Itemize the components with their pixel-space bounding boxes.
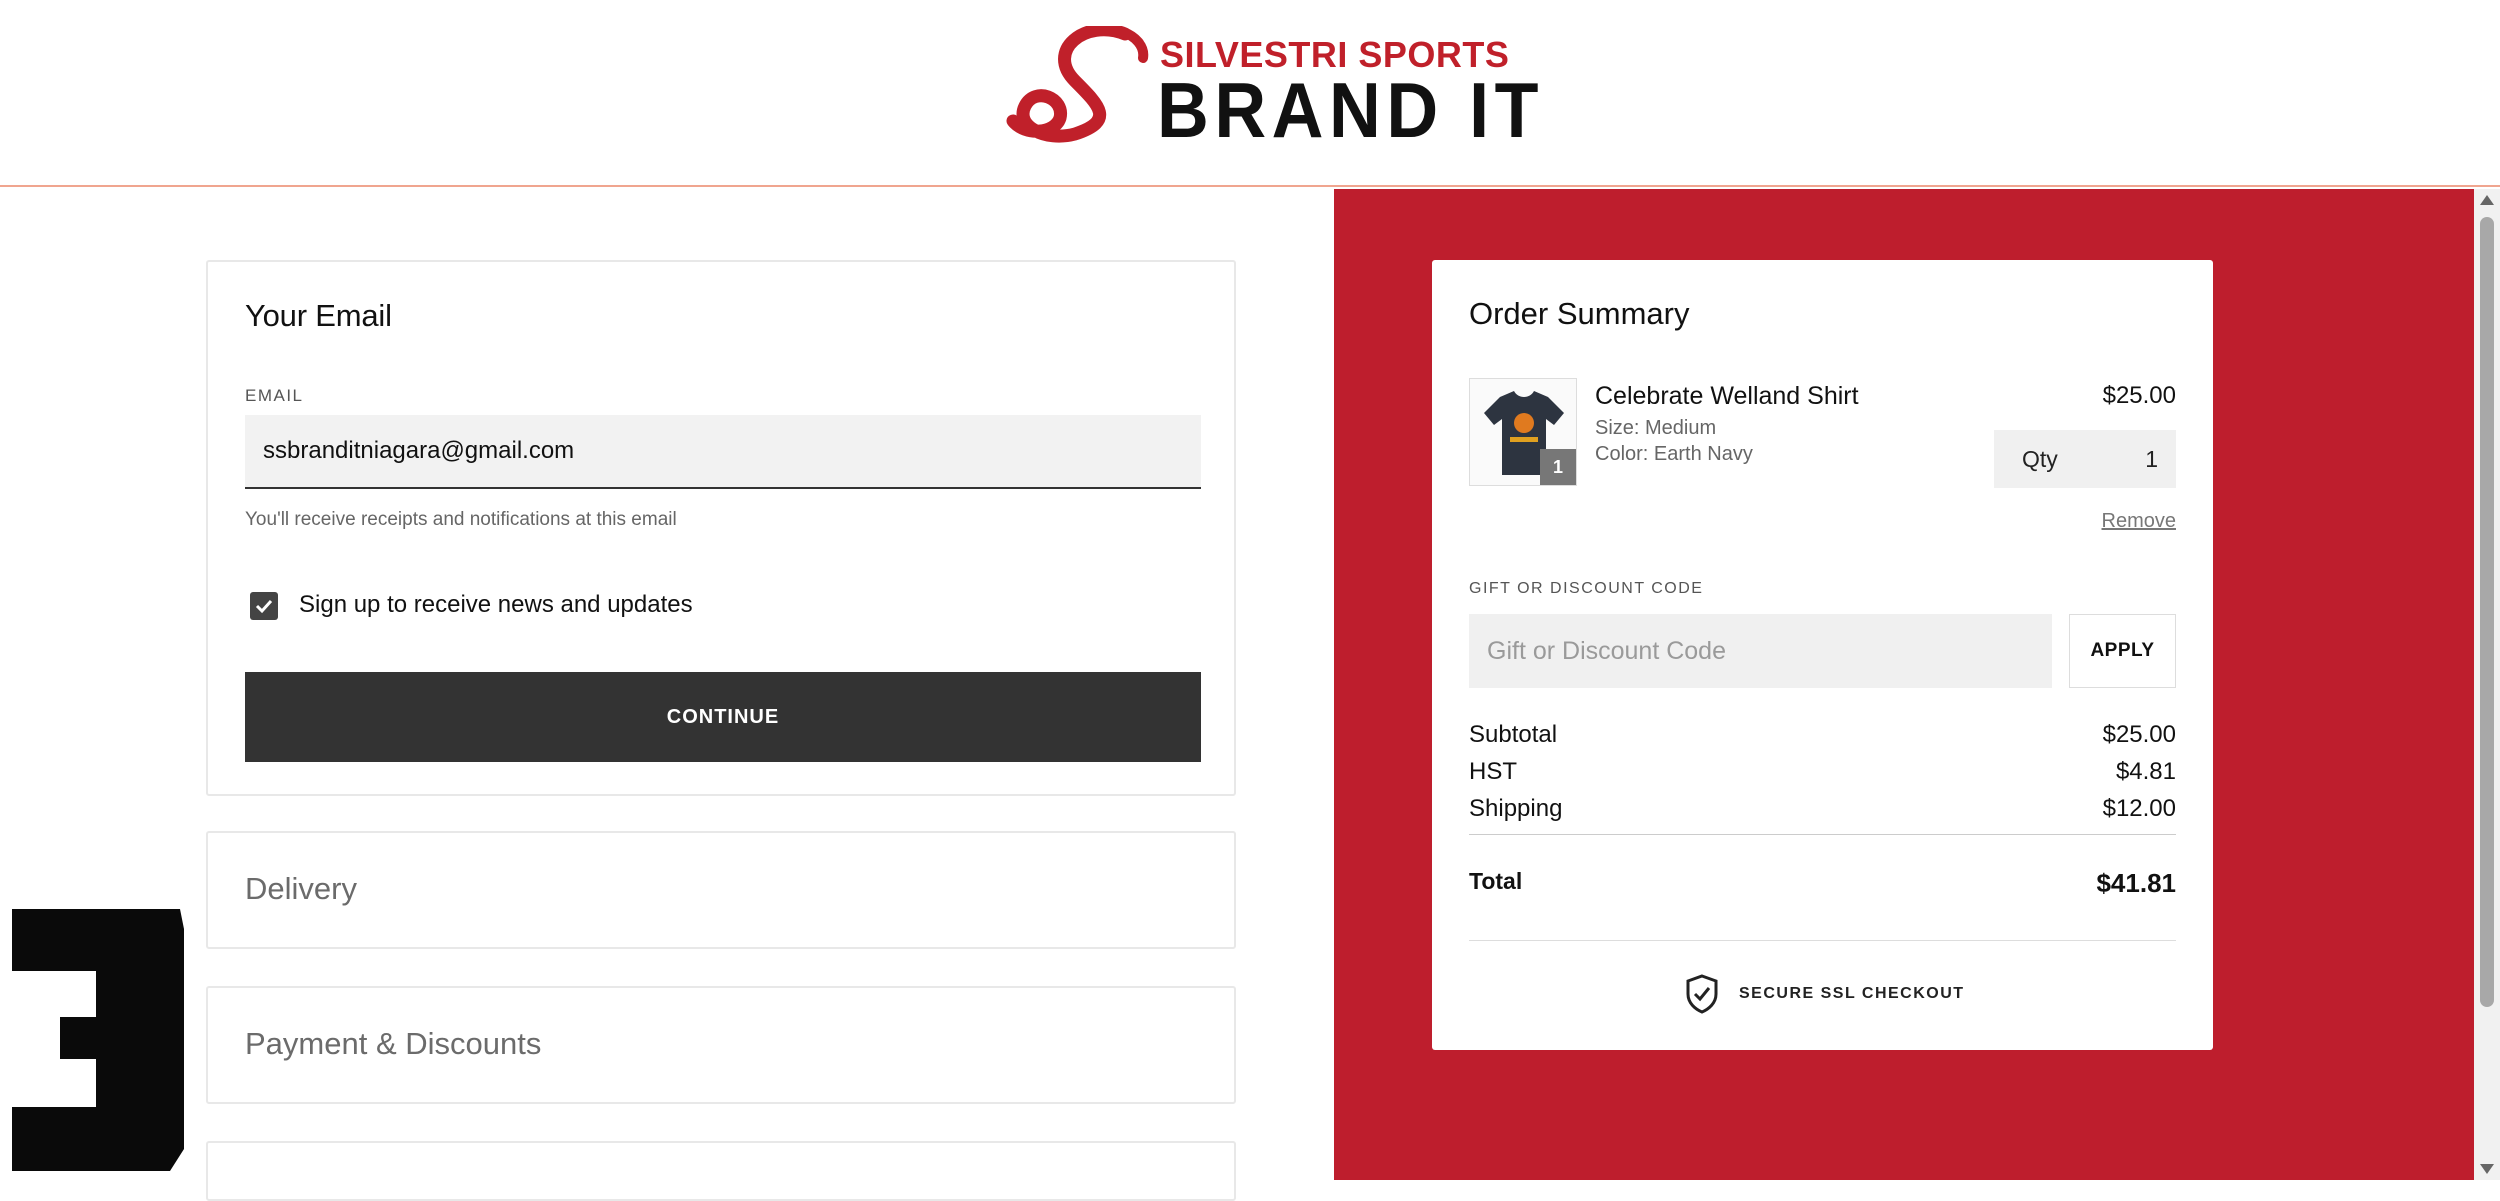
continue-button[interactable]: CONTINUE — [245, 672, 1201, 762]
scroll-down-arrow-icon[interactable] — [2480, 1164, 2494, 1174]
site-header: SILVESTRI SPORTS BRAND IT — [0, 0, 2500, 187]
scrollbar-thumb[interactable] — [2480, 217, 2494, 1007]
remove-item-link[interactable]: Remove — [2102, 510, 2176, 533]
product-thumbnail: 1 — [1469, 378, 1577, 486]
checkout-main: Your Email EMAIL You'll receive receipts… — [0, 189, 1333, 1201]
brand-bottom-text: BRAND IT — [1157, 66, 1544, 154]
secure-checkout-badge: SECURE SSL CHECKOUT — [1685, 974, 1965, 1014]
gift-code-input[interactable] — [1469, 614, 2052, 688]
delivery-section[interactable]: Delivery — [206, 831, 1236, 949]
email-field-label: EMAIL — [245, 386, 304, 405]
quantity-stepper[interactable]: Qty 1 — [1994, 430, 2176, 488]
qty-label: Qty — [2022, 446, 2058, 472]
qty-value[interactable]: 1 — [2145, 446, 2158, 473]
page-scrollbar[interactable] — [2474, 189, 2500, 1180]
email-section-title: Your Email — [245, 298, 392, 333]
item-name: Celebrate Welland Shirt — [1595, 382, 1859, 410]
order-summary-panel: Order Summary 1 Celebrate Welland Shirt … — [1334, 189, 2474, 1180]
logo-s-swoosh-icon — [1006, 26, 1149, 143]
secure-checkout-text: SECURE SSL CHECKOUT — [1739, 985, 1965, 1002]
email-helper-text: You'll receive receipts and notification… — [245, 509, 677, 530]
order-summary-title: Order Summary — [1469, 296, 1690, 331]
item-price: $25.00 — [2102, 382, 2176, 409]
step-number-graphic — [12, 909, 184, 1171]
brand-logo[interactable]: SILVESTRI SPORTS BRAND IT — [1005, 26, 1538, 150]
item-color: Color: Earth Navy — [1595, 443, 1753, 465]
subtotal-label: Subtotal — [1469, 721, 1558, 748]
item-count-badge: 1 — [1540, 449, 1576, 485]
total-value: $41.81 — [2096, 868, 2176, 898]
hst-value: $4.81 — [2115, 758, 2176, 785]
apply-code-button[interactable]: APPLY — [2069, 614, 2176, 688]
subtotal-value: $25.00 — [2102, 721, 2176, 748]
newsletter-checkbox[interactable] — [250, 592, 278, 620]
payment-section-title: Payment & Discounts — [245, 1026, 542, 1061]
payment-section[interactable]: Payment & Discounts — [206, 986, 1236, 1104]
additional-section[interactable] — [206, 1141, 1236, 1201]
gift-code-label: GIFT OR DISCOUNT CODE — [1469, 580, 1704, 597]
scroll-up-arrow-icon[interactable] — [2480, 195, 2494, 205]
checkmark-icon — [255, 599, 273, 614]
delivery-section-title: Delivery — [245, 871, 357, 906]
shipping-label: Shipping — [1469, 795, 1563, 822]
total-label: Total — [1469, 868, 1523, 894]
shield-check-icon — [1686, 974, 1718, 1014]
email-field[interactable] — [245, 415, 1201, 489]
summary-divider — [1469, 834, 2176, 835]
order-summary-card: Order Summary 1 Celebrate Welland Shirt … — [1432, 260, 2213, 1050]
email-section: Your Email EMAIL You'll receive receipts… — [206, 260, 1236, 796]
hst-label: HST — [1469, 758, 1517, 785]
shipping-value: $12.00 — [2102, 795, 2176, 822]
summary-divider-bottom — [1469, 940, 2176, 941]
item-size: Size: Medium — [1595, 417, 1717, 439]
newsletter-label[interactable]: Sign up to receive news and updates — [299, 591, 693, 619]
